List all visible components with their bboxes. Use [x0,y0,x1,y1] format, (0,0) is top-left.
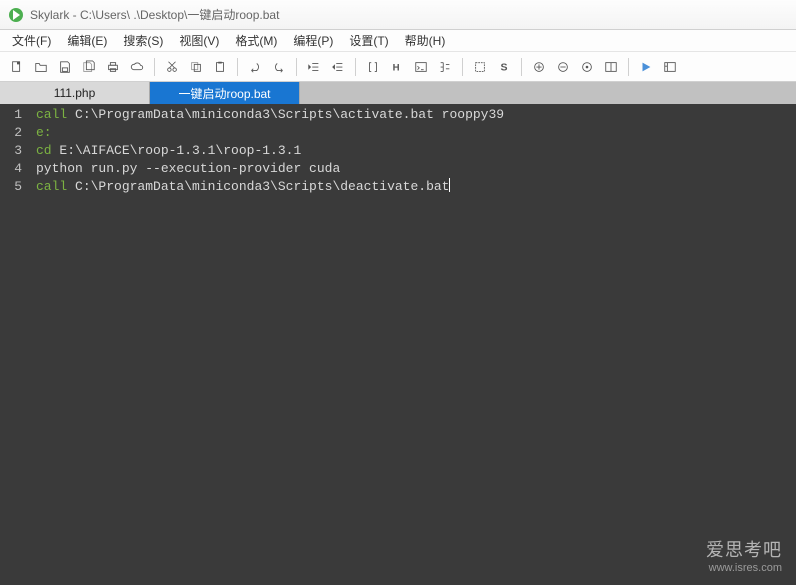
header-icon[interactable]: H [386,56,408,78]
toolbar: H S [0,52,796,82]
titlebar: Skylark - C:\Users\ .\Desktop\一键启动roop.b… [0,0,796,30]
saveall-icon[interactable] [78,56,100,78]
menu-help[interactable]: 帮助(H) [397,30,454,51]
tree-icon[interactable] [434,56,456,78]
menu-view[interactable]: 视图(V) [171,30,227,51]
line-number: 1 [0,106,22,124]
svg-text:H: H [393,62,400,73]
cloud-icon[interactable] [126,56,148,78]
cut-icon[interactable] [161,56,183,78]
code-line[interactable]: call C:\ProgramData\miniconda3\Scripts\d… [36,178,796,196]
run-icon[interactable] [635,56,657,78]
toolbar-sep [462,58,463,76]
open-icon[interactable] [30,56,52,78]
code-area[interactable]: call C:\ProgramData\miniconda3\Scripts\a… [28,104,796,585]
tab-111-php[interactable]: 111.php [0,82,150,104]
line-number: 4 [0,160,22,178]
tab-label: 一键启动roop.bat [178,85,270,102]
save-icon[interactable] [54,56,76,78]
window-title: Skylark - C:\Users\ .\Desktop\一键启动roop.b… [30,6,279,23]
toolbar-sep [154,58,155,76]
code-line[interactable]: call C:\ProgramData\miniconda3\Scripts\a… [36,106,796,124]
zoom-out-icon[interactable] [552,56,574,78]
toolbar-sep [521,58,522,76]
menu-settings[interactable]: 设置(T) [341,30,396,51]
menu-search[interactable]: 搜索(S) [115,30,171,51]
editor[interactable]: 12345 call C:\ProgramData\miniconda3\Scr… [0,104,796,585]
pane-icon[interactable] [600,56,622,78]
paste-icon[interactable] [209,56,231,78]
menu-file[interactable]: 文件(F) [4,30,59,51]
zoom-in-icon[interactable] [528,56,550,78]
toolbar-sep [355,58,356,76]
toolbar-sep [296,58,297,76]
tab-roop-bat[interactable]: 一键启动roop.bat [150,82,300,104]
s-icon[interactable]: S [493,56,515,78]
rect-select-icon[interactable] [469,56,491,78]
redo-icon[interactable] [268,56,290,78]
code-line[interactable]: cd E:\AIFACE\roop-1.3.1\roop-1.3.1 [36,142,796,160]
menu-edit[interactable]: 编辑(E) [59,30,115,51]
menubar: 文件(F) 编辑(E) 搜索(S) 视图(V) 格式(M) 编程(P) 设置(T… [0,30,796,52]
brackets-icon[interactable] [362,56,384,78]
code-line[interactable]: python run.py --execution-provider cuda [36,160,796,178]
line-number: 2 [0,124,22,142]
outdent-icon[interactable] [303,56,325,78]
exec-icon[interactable] [659,56,681,78]
svg-text:S: S [501,61,508,73]
indent-icon[interactable] [327,56,349,78]
new-file-icon[interactable] [6,56,28,78]
copy-icon[interactable] [185,56,207,78]
menu-code[interactable]: 编程(P) [285,30,341,51]
line-gutter: 12345 [0,104,28,585]
toolbar-sep [237,58,238,76]
tabbar: 111.php 一键启动roop.bat [0,82,796,104]
menu-format[interactable]: 格式(M) [227,30,285,51]
app-icon [8,7,24,23]
target-icon[interactable] [576,56,598,78]
undo-icon[interactable] [244,56,266,78]
console-icon[interactable] [410,56,432,78]
tab-label: 111.php [54,86,96,100]
print-icon[interactable] [102,56,124,78]
text-caret [449,178,450,192]
line-number: 5 [0,178,22,196]
line-number: 3 [0,142,22,160]
code-line[interactable]: e: [36,124,796,142]
toolbar-sep [628,58,629,76]
